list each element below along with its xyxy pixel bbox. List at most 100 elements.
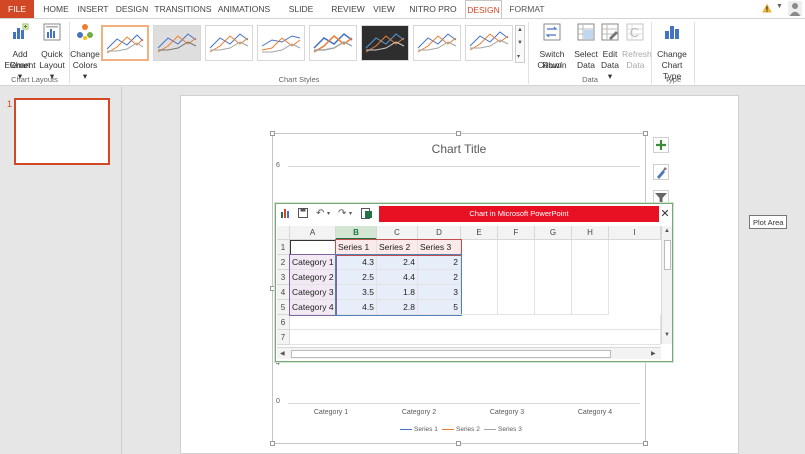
vertical-scrollbar[interactable]: ▲ ▼ [661, 226, 672, 344]
cell-d5[interactable]: 5 [418, 300, 461, 315]
cell-d4[interactable]: 3 [418, 285, 461, 300]
column-header[interactable]: C [377, 226, 418, 240]
close-icon[interactable]: ✕ [658, 206, 672, 222]
resize-handle[interactable] [643, 131, 648, 136]
chart-style-2[interactable] [153, 25, 201, 61]
scroll-right-icon[interactable]: ▶ [651, 350, 656, 357]
cell-c1[interactable]: Series 2 [377, 240, 418, 255]
tab-design[interactable]: DESIGN [114, 0, 150, 18]
vertical-scroll-thumb[interactable] [664, 240, 671, 270]
undo-icon[interactable]: ↶ [316, 208, 324, 220]
add-chart-element-button[interactable]: Add Chart Element ▾ [2, 21, 38, 81]
row-header[interactable]: 5 [277, 300, 290, 315]
column-header[interactable]: I [609, 226, 661, 240]
resize-handle[interactable] [456, 441, 461, 446]
cell-b1[interactable]: Series 1 [336, 240, 377, 255]
save-icon[interactable] [298, 208, 308, 220]
quick-layout-button[interactable]: Quick Layout ▾ [38, 21, 66, 81]
redo-dropdown-icon[interactable]: ▾ [349, 208, 352, 220]
chart-legend[interactable]: Series 1 Series 2 Series 3 [400, 426, 530, 436]
change-colors-button[interactable]: Change Colors ▾ [70, 21, 100, 81]
scroll-down-icon[interactable]: ▼ [664, 332, 670, 338]
select-data-button[interactable]: Select Data [574, 21, 598, 73]
chart-style-7[interactable] [413, 25, 461, 61]
gallery-up-icon[interactable]: ▲ [517, 27, 523, 33]
tab-nitro-pro[interactable]: NITRO PRO 10 [404, 0, 462, 32]
chart-style-8[interactable] [465, 25, 513, 61]
empty-row[interactable] [290, 330, 661, 345]
caret-down-icon[interactable]: ▼ [776, 3, 783, 10]
chart-style-1[interactable] [101, 25, 149, 61]
chart-title[interactable]: Chart Title [272, 142, 646, 156]
cell-a5[interactable]: Category 4 [290, 300, 336, 315]
chart-style-5[interactable] [309, 25, 357, 61]
chart-style-4[interactable] [257, 25, 305, 61]
tab-view[interactable]: VIEW [370, 0, 398, 18]
column-header[interactable]: F [498, 226, 535, 240]
cell-c3[interactable]: 4.4 [377, 270, 418, 285]
cell-a1[interactable] [290, 240, 336, 255]
cell-d2[interactable]: 2 [418, 255, 461, 270]
user-icon[interactable] [788, 1, 802, 16]
row-header[interactable]: 7 [277, 330, 290, 345]
row-header[interactable]: 4 [277, 285, 290, 300]
chart-elements-button[interactable] [653, 137, 669, 153]
scroll-left-icon[interactable]: ◀ [280, 350, 285, 357]
refresh-data-button[interactable]: Refresh Data [622, 21, 652, 73]
column-header[interactable]: E [461, 226, 498, 240]
chart-styles-button[interactable] [653, 164, 669, 180]
cell-d3[interactable]: 2 [418, 270, 461, 285]
switch-row-column-button[interactable]: Switch Row/ Column [530, 21, 574, 73]
change-chart-type-button[interactable]: Change Chart Type [652, 21, 692, 81]
scroll-up-icon[interactable]: ▲ [664, 228, 670, 234]
cell-c2[interactable]: 2.4 [377, 255, 418, 270]
cell-c5[interactable]: 2.8 [377, 300, 418, 315]
chart-style-6[interactable] [361, 25, 409, 61]
edit-in-excel-icon[interactable] [361, 208, 372, 220]
tab-slide-show[interactable]: SLIDE SHOW [276, 0, 326, 32]
empty-cells[interactable] [572, 240, 609, 315]
resize-handle[interactable] [270, 441, 275, 446]
cell-b5[interactable]: 4.5 [336, 300, 377, 315]
column-header[interactable]: H [572, 226, 609, 240]
column-header[interactable]: G [535, 226, 572, 240]
chart-data-window[interactable]: ↶ ▾ ↷ ▾ Chart in Microsoft PowerPoint ✕ … [275, 203, 673, 362]
gallery-scroll[interactable]: ▲ ▼ ▾ [515, 25, 525, 63]
select-all-corner[interactable] [277, 226, 290, 240]
tab-chart-design[interactable]: DESIGN [465, 0, 502, 18]
cell-a3[interactable]: Category 2 [290, 270, 336, 285]
tab-animations[interactable]: ANIMATIONS [216, 0, 272, 18]
cell-b3[interactable]: 2.5 [336, 270, 377, 285]
redo-icon[interactable]: ↷ [338, 208, 346, 220]
cell-d1[interactable]: Series 3 [418, 240, 461, 255]
row-header[interactable]: 1 [277, 240, 290, 255]
tab-chart-format[interactable]: FORMAT [505, 0, 549, 18]
tab-review[interactable]: REVIEW [330, 0, 366, 18]
row-header[interactable]: 6 [277, 315, 290, 330]
gallery-more-icon[interactable]: ▾ [517, 53, 520, 60]
horizontal-scroll-thumb[interactable] [291, 350, 611, 358]
undo-dropdown-icon[interactable]: ▾ [327, 208, 330, 220]
empty-cells[interactable] [461, 240, 498, 315]
tab-home[interactable]: HOME [38, 0, 74, 18]
column-header[interactable]: D [418, 226, 461, 240]
horizontal-scrollbar[interactable]: ◀ ▶ [277, 347, 661, 359]
tab-insert[interactable]: INSERT [76, 0, 110, 18]
column-header[interactable]: B [336, 226, 377, 240]
empty-row[interactable] [290, 315, 661, 330]
row-header[interactable]: 2 [277, 255, 290, 270]
cell-c4[interactable]: 1.8 [377, 285, 418, 300]
resize-handle[interactable] [456, 131, 461, 136]
row-header[interactable]: 3 [277, 270, 290, 285]
resize-handle[interactable] [270, 131, 275, 136]
column-header[interactable]: A [290, 226, 336, 240]
resize-handle[interactable] [643, 441, 648, 446]
cell-a2[interactable]: Category 1 [290, 255, 336, 270]
cell-b4[interactable]: 3.5 [336, 285, 377, 300]
tab-file[interactable]: FILE [0, 0, 34, 18]
empty-cells[interactable] [535, 240, 572, 315]
cell-a4[interactable]: Category 3 [290, 285, 336, 300]
edit-data-button[interactable]: Edit Data ▾ [599, 21, 621, 81]
slide-thumbnail[interactable] [14, 98, 110, 165]
tab-transitions[interactable]: TRANSITIONS [154, 0, 212, 18]
